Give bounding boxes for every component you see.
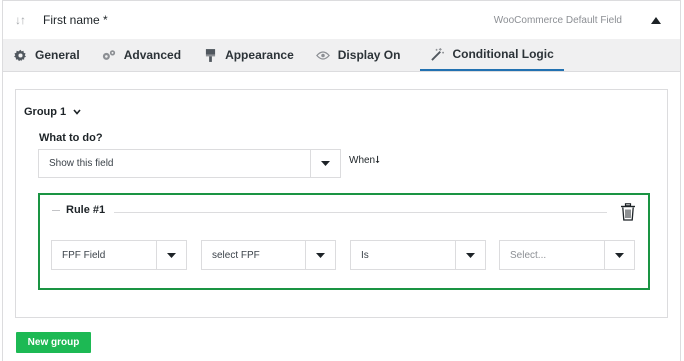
sort-handle-icon[interactable]: ↓↑ <box>15 13 37 27</box>
action-select[interactable]: Show this field <box>38 149 341 178</box>
rule-operator-select[interactable]: Is <box>350 240 486 270</box>
field-header[interactable]: ↓↑ First name * WooCommerce Default Fiel… <box>2 0 681 39</box>
collapse-button[interactable] <box>642 6 670 34</box>
tab-advanced-label: Advanced <box>123 48 182 62</box>
rule-field-source-select[interactable]: FPF Field <box>51 240 187 270</box>
legend-line <box>52 209 60 211</box>
dropdown-arrow-icon <box>455 241 485 269</box>
settings-tabs: General Advanced Appearance Display On C… <box>2 39 681 72</box>
when-label: When⭣ <box>349 155 380 166</box>
rule-value-select[interactable]: Select... <box>499 240 635 270</box>
new-group-button[interactable]: New group <box>16 332 91 353</box>
rule-divider <box>114 212 607 213</box>
brush-icon <box>203 48 217 62</box>
tab-conditional-logic[interactable]: Conditional Logic <box>420 39 564 71</box>
tab-display-on-label: Display On <box>337 48 401 62</box>
rule-title: Rule #1 <box>66 204 106 216</box>
rule-field-source-value: FPF Field <box>62 249 106 261</box>
dropdown-arrow-icon <box>604 241 634 269</box>
trash-icon[interactable] <box>620 203 636 221</box>
rule-field-select[interactable]: select FPF <box>201 240 336 270</box>
tab-appearance[interactable]: Appearance <box>201 39 306 71</box>
dropdown-arrow-icon <box>310 150 340 177</box>
field-type-label: WooCommerce Default Field <box>493 14 622 26</box>
group-toggle[interactable]: Group 1 <box>24 106 81 118</box>
tab-general-label: General <box>35 48 80 62</box>
group-title: Group 1 <box>24 106 67 118</box>
tab-display-on[interactable]: Display On <box>314 39 413 71</box>
dropdown-arrow-icon <box>156 241 186 269</box>
condition-group: Group 1 What to do? Show this field When… <box>15 89 668 318</box>
tab-advanced[interactable]: Advanced <box>100 39 193 71</box>
rule-operator-value: Is <box>361 249 369 261</box>
tab-general[interactable]: General <box>11 39 92 71</box>
gear-icon <box>13 48 27 62</box>
triangle-up-icon <box>651 16 661 24</box>
magic-wand-icon <box>430 47 444 61</box>
what-to-do-label: What to do? <box>39 132 103 144</box>
rule-value-placeholder: Select... <box>510 249 547 261</box>
rule-legend: Rule #1 <box>52 204 105 216</box>
rule-field-select-value: select FPF <box>212 249 260 261</box>
tab-appearance-label: Appearance <box>225 48 294 62</box>
chevron-down-icon <box>73 109 81 115</box>
dropdown-arrow-icon <box>305 241 335 269</box>
action-select-value: Show this field <box>49 158 114 169</box>
eye-icon <box>315 48 330 62</box>
gears-icon <box>102 48 116 62</box>
rule-box: Rule #1 FPF Field select FPF Is Select..… <box>38 193 650 290</box>
tab-conditional-logic-label: Conditional Logic <box>452 47 554 61</box>
field-title: First name * <box>43 13 108 27</box>
